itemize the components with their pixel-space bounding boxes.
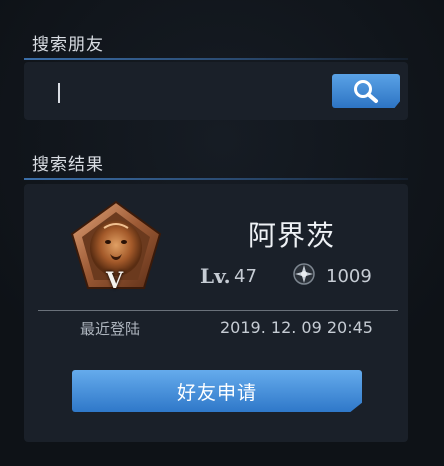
search-icon [354, 80, 378, 103]
results-section-divider [24, 178, 408, 180]
player-score: 1009 [326, 266, 372, 287]
results-section-title: 搜索结果 [32, 155, 104, 175]
last-login-time: 2019. 12. 09 20:45 [220, 318, 373, 337]
search-button[interactable] [332, 74, 400, 108]
player-name: 阿界茨 [248, 219, 336, 252]
rank-badge: V [68, 200, 164, 296]
search-result-card: V 阿界茨 Lv. 47 1009 最近登陆 2019. 12. 09 20:4… [24, 184, 408, 442]
card-divider [38, 310, 398, 311]
search-panel [24, 62, 408, 120]
last-login-label: 最近登陆 [80, 320, 141, 338]
rank-roman-numeral: V [106, 268, 124, 294]
search-section-title: 搜索朋友 [32, 35, 104, 55]
add-friend-button[interactable]: 好友申请 [72, 370, 362, 412]
friend-search-input[interactable] [44, 74, 328, 110]
rank-emblem-icon [292, 262, 316, 286]
level-label: Lv. [200, 264, 231, 288]
player-level: 47 [234, 266, 257, 287]
add-friend-button-label: 好友申请 [176, 381, 257, 404]
search-section-divider [24, 58, 408, 60]
friend-search-screen: 搜索朋友 搜索结果 V 阿界茨 Lv. 47 1009 最近登陆 2019. 1… [0, 0, 444, 466]
text-caret [58, 83, 60, 103]
